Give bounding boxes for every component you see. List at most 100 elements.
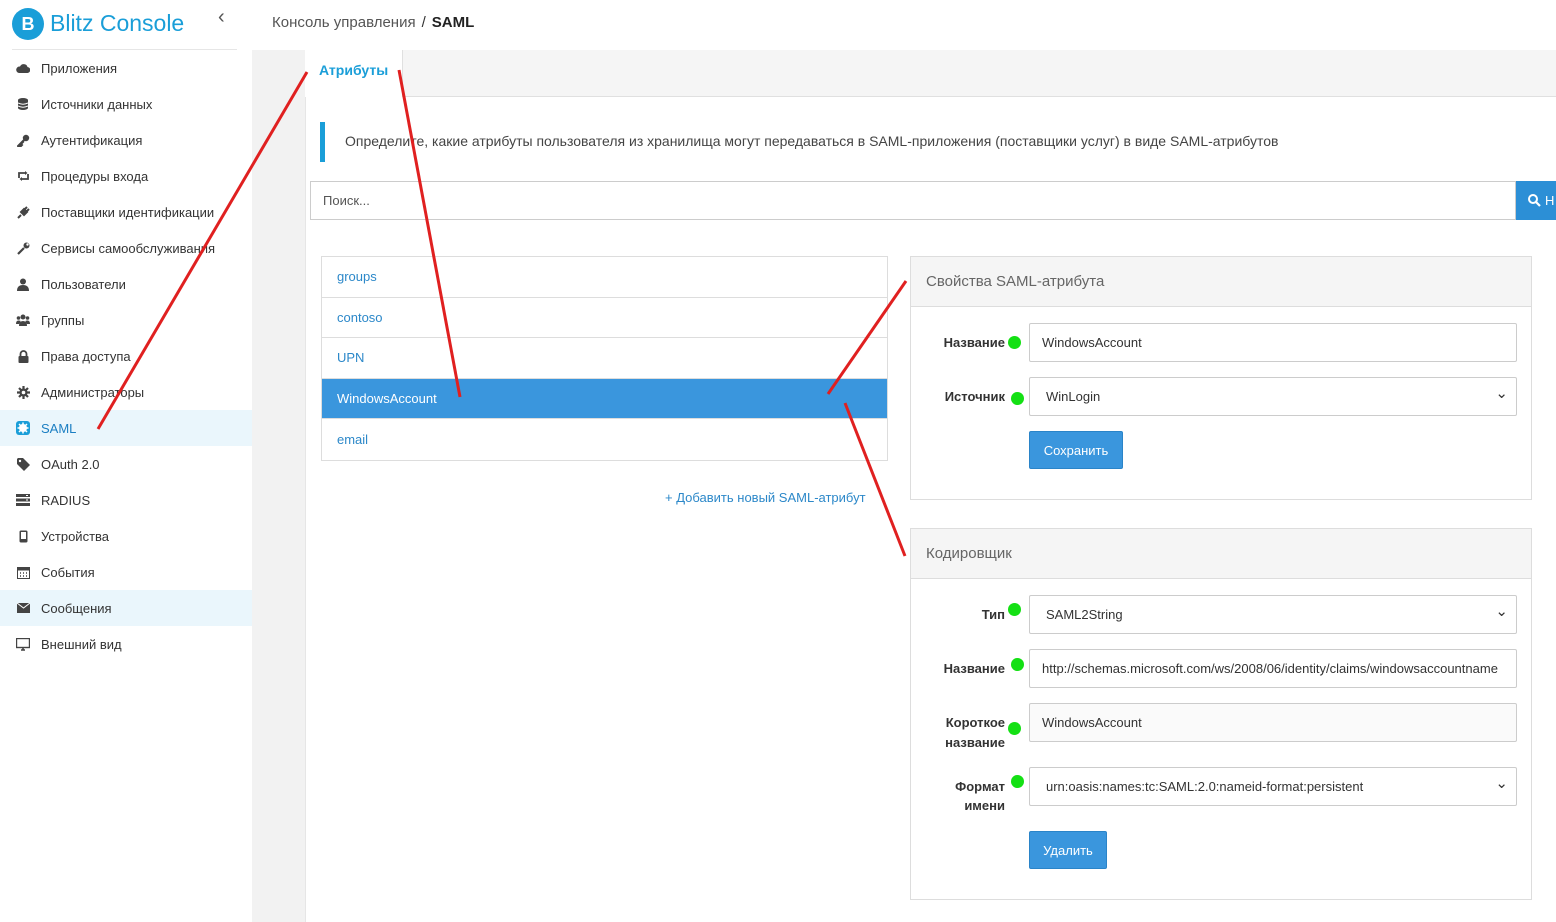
- required-indicator: [1008, 722, 1021, 735]
- sidebar-item-label: Устройства: [41, 528, 110, 544]
- source-label: Источник: [944, 389, 1005, 404]
- sidebar-item-self-service[interactable]: Сервисы самообслуживания: [0, 230, 252, 266]
- brand: B Blitz Console: [12, 6, 237, 50]
- lock-icon: [16, 349, 30, 363]
- sidebar-item-data-sources[interactable]: Источники данных: [0, 86, 252, 122]
- sidebar-item-groups[interactable]: Группы: [0, 302, 252, 338]
- sidebar-item-saml[interactable]: SAML: [0, 410, 252, 446]
- blitz-logo-icon: B: [12, 8, 44, 40]
- add-attribute-link[interactable]: + Добавить новый SAML-атрибут: [665, 490, 866, 505]
- info-callout: Определите, какие атрибуты пользователя …: [320, 122, 1556, 162]
- short-name-field[interactable]: WindowsAccount: [1029, 703, 1517, 742]
- name-format-label-line2: имени: [964, 798, 1005, 813]
- sidebar-item-label: Аутентификация: [41, 132, 143, 148]
- required-indicator: [1011, 658, 1024, 671]
- sidebar-item-devices[interactable]: Устройства: [0, 518, 252, 554]
- calendar-icon: [16, 565, 30, 579]
- search-icon: [1528, 194, 1541, 207]
- name-label: Название: [943, 335, 1005, 350]
- list-item[interactable]: contoso: [322, 298, 887, 338]
- brand-title: Blitz Console: [50, 10, 185, 36]
- sidebar-item-identity-providers[interactable]: Поставщики идентификации: [0, 194, 252, 230]
- database-icon: [16, 97, 30, 111]
- sidebar: B Blitz Console ‹ Приложения Источники д…: [0, 0, 252, 922]
- sidebar-item-label: Пользователи: [41, 276, 126, 292]
- sidebar-nav: Приложения Источники данных Аутентификац…: [0, 50, 252, 662]
- sidebar-item-label: Права доступа: [41, 348, 131, 364]
- list-item[interactable]: UPN: [322, 338, 887, 379]
- required-indicator: [1008, 336, 1021, 349]
- sidebar-item-messages[interactable]: Сообщения: [0, 590, 252, 626]
- short-name-label-line2: название: [945, 735, 1005, 750]
- breadcrumb-separator: /: [421, 14, 426, 31]
- sidebar-item-label: Приложения: [41, 60, 118, 76]
- sidebar-item-label: Источники данных: [41, 96, 153, 112]
- properties-card-title: Свойства SAML-атрибута: [911, 257, 1531, 307]
- wrench-icon: [16, 241, 30, 255]
- sidebar-item-applications[interactable]: Приложения: [0, 50, 252, 86]
- delete-button[interactable]: Удалить: [1029, 831, 1107, 869]
- sidebar-item-login-procedures[interactable]: Процедуры входа: [0, 158, 252, 194]
- encoder-card: Кодировщик Тип SAML2String Название http…: [910, 528, 1532, 900]
- encoder-type-select[interactable]: SAML2String: [1029, 595, 1517, 634]
- list-item[interactable]: groups: [322, 257, 887, 298]
- collapse-sidebar-icon[interactable]: ‹: [218, 6, 225, 29]
- type-label: Тип: [981, 607, 1005, 622]
- key-icon: [16, 133, 30, 147]
- encoder-name-label: Название: [943, 661, 1005, 676]
- sidebar-item-authentication[interactable]: Аутентификация: [0, 122, 252, 158]
- sidebar-item-appearance[interactable]: Внешний вид: [0, 626, 252, 662]
- breadcrumb-current: SAML: [431, 14, 475, 31]
- sidebar-item-oauth[interactable]: OAuth 2.0: [0, 446, 252, 482]
- sidebar-item-label: Администраторы: [41, 384, 145, 400]
- required-indicator: [1011, 392, 1024, 405]
- gear-icon: [16, 385, 30, 399]
- tab-attributes[interactable]: Атрибуты: [305, 50, 404, 97]
- required-indicator: [1011, 775, 1024, 788]
- source-select[interactable]: WinLogin: [1029, 377, 1517, 416]
- mobile-icon: [16, 529, 30, 543]
- plug-icon: [16, 205, 30, 219]
- attribute-name-field[interactable]: WindowsAccount: [1029, 323, 1517, 362]
- save-button[interactable]: Сохранить: [1029, 431, 1123, 469]
- search-input[interactable]: [310, 181, 1516, 220]
- list-item-selected[interactable]: WindowsAccount: [322, 378, 887, 419]
- list-item[interactable]: email: [322, 419, 887, 460]
- sidebar-item-label: Процедуры входа: [41, 168, 149, 184]
- sidebar-item-label: События: [41, 564, 95, 580]
- sidebar-item-label: SAML: [41, 420, 77, 436]
- sidebar-item-administrators[interactable]: Администраторы: [0, 374, 252, 410]
- search-button[interactable]: Н: [1516, 181, 1556, 220]
- short-name-label-line1: Короткое: [945, 715, 1005, 730]
- retweet-icon: [16, 169, 30, 183]
- user-icon: [16, 277, 30, 291]
- sidebar-item-label: Внешний вид: [41, 636, 122, 652]
- tag-icon: [16, 457, 30, 471]
- name-format-label-line1: Формат: [955, 779, 1005, 794]
- sidebar-item-label: Поставщики идентификации: [41, 204, 215, 220]
- sidebar-item-events[interactable]: События: [0, 554, 252, 590]
- breadcrumb: Консоль управления / SAML: [272, 14, 474, 31]
- sidebar-item-access-rights[interactable]: Права доступа: [0, 338, 252, 374]
- sidebar-item-users[interactable]: Пользователи: [0, 266, 252, 302]
- sidebar-item-radius[interactable]: RADIUS: [0, 482, 252, 518]
- panel-divider: [305, 97, 306, 922]
- properties-card: Свойства SAML-атрибута Название WindowsA…: [910, 256, 1532, 500]
- content-gutter: [252, 50, 305, 922]
- tab-bar: Атрибуты: [305, 50, 1556, 97]
- cloud-icon: [16, 61, 30, 75]
- attribute-list: groups contoso UPN WindowsAccount email: [321, 256, 888, 461]
- search-button-label: Н: [1545, 193, 1555, 208]
- sidebar-item-label: Группы: [41, 312, 85, 328]
- sidebar-item-label: Сервисы самообслуживания: [41, 240, 216, 256]
- required-indicator: [1008, 603, 1021, 616]
- encoder-name-field[interactable]: http://schemas.microsoft.com/ws/2008/06/…: [1029, 649, 1517, 688]
- saml-icon: [16, 421, 30, 435]
- breadcrumb-root[interactable]: Консоль управления: [272, 14, 416, 31]
- monitor-icon: [16, 637, 30, 651]
- encoder-card-title: Кодировщик: [911, 529, 1531, 579]
- envelope-icon: [16, 601, 30, 615]
- sidebar-item-label: RADIUS: [41, 492, 91, 508]
- name-format-select[interactable]: urn:oasis:names:tc:SAML:2.0:nameid-forma…: [1029, 767, 1517, 806]
- main-content: Консоль управления / SAML Атрибуты Определ…: [252, 0, 1556, 922]
